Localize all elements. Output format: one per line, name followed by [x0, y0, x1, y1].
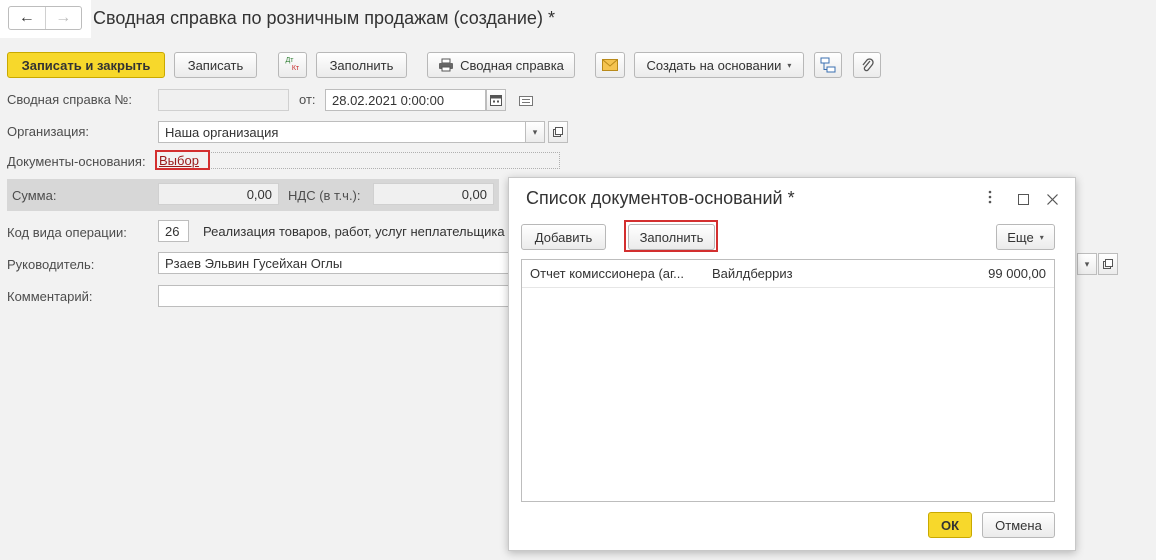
kt-label-icon: Кт [291, 65, 300, 72]
fill-button-highlight [624, 220, 718, 252]
dt-kt-button[interactable]: Дт Кт [278, 52, 307, 78]
documents-table [521, 259, 1055, 502]
summary-report-label: Сводная справка [460, 57, 564, 73]
attach-button[interactable] [853, 52, 881, 78]
base-documents-field [208, 152, 560, 169]
manager-open-button[interactable] [1098, 253, 1118, 275]
chevron-down-icon: ▾ [532, 126, 538, 137]
forward-arrow-icon[interactable]: → [46, 7, 82, 29]
dt-label-icon: Дт [285, 57, 294, 64]
number-label: Сводная справка №: [7, 92, 133, 107]
organization-field[interactable]: Наша организация [158, 121, 526, 143]
description-icon[interactable] [519, 94, 533, 109]
calendar-icon [490, 95, 502, 106]
table-row[interactable]: Отчет комиссионера (аг... Вайлдберриз 99… [522, 260, 1054, 288]
ok-button[interactable]: ОК [928, 512, 972, 538]
back-arrow-icon[interactable]: ← [9, 7, 46, 29]
page-title: Сводная справка по розничным продажам (с… [93, 8, 555, 28]
cancel-button[interactable]: Отмена [982, 512, 1055, 538]
create-based-on-label: Создать на основании [646, 57, 782, 73]
row-counterparty: Вайлдберриз [712, 266, 793, 281]
dialog-title: Список документов-оснований * [526, 188, 795, 208]
printer-icon [439, 58, 454, 72]
sum-field: 0,00 [158, 183, 279, 205]
number-field[interactable] [158, 89, 289, 111]
manager-label: Руководитель: [7, 257, 95, 272]
more-label: Еще [1007, 229, 1034, 245]
more-button[interactable]: Еще ▾ [996, 224, 1055, 250]
comment-field[interactable] [158, 285, 510, 307]
manager-dropdown-button[interactable]: ▾ [1077, 253, 1097, 275]
more-vertical-icon[interactable] [988, 190, 992, 209]
structure-button[interactable] [814, 52, 842, 78]
operation-code-field[interactable]: 26 [158, 220, 189, 242]
add-button[interactable]: Добавить [521, 224, 606, 250]
comment-label: Комментарий: [7, 289, 93, 304]
maximize-icon[interactable] [1018, 193, 1029, 208]
open-icon [553, 127, 563, 137]
open-icon [1103, 259, 1113, 269]
row-document: Отчет комиссионера (аг... [530, 266, 684, 281]
organization-open-button[interactable] [548, 121, 568, 143]
manager-field[interactable]: Рзаев Эльвин Гусейхан Оглы [158, 252, 510, 274]
fill-button[interactable]: Заполнить [316, 52, 407, 78]
close-icon[interactable] [1047, 193, 1058, 208]
email-button[interactable] [595, 52, 625, 78]
create-based-on-button[interactable]: Создать на основании ▾ [634, 52, 804, 78]
select-link[interactable]: Выбор [159, 153, 199, 168]
hierarchy-icon [820, 57, 836, 73]
save-button[interactable]: Записать [174, 52, 257, 78]
row-amount: 99 000,00 [988, 266, 1046, 281]
paperclip-icon [862, 58, 874, 72]
operation-code-description: Реализация товаров, работ, услуг неплате… [203, 224, 505, 239]
chevron-down-icon: ▾ [787, 60, 792, 70]
nav-group: ← → [8, 6, 82, 30]
chevron-down-icon: ▾ [1039, 232, 1044, 242]
base-documents-label: Документы-основания: [7, 154, 146, 169]
date-field[interactable]: 28.02.2021 0:00:00 [325, 89, 486, 111]
vat-label: НДС (в т.ч.): [288, 188, 361, 203]
calendar-button[interactable] [486, 89, 506, 111]
organization-dropdown-button[interactable]: ▾ [525, 121, 545, 143]
chevron-down-icon: ▾ [1084, 258, 1090, 269]
envelope-icon [602, 59, 618, 71]
organization-label: Организация: [7, 124, 90, 139]
vat-field: 0,00 [373, 183, 494, 205]
sum-label: Сумма: [12, 188, 57, 203]
save-and-close-button[interactable]: Записать и закрыть [7, 52, 165, 78]
date-label: от: [299, 92, 316, 107]
operation-code-label: Код вида операции: [7, 225, 127, 240]
summary-report-button[interactable]: Сводная справка [427, 52, 575, 78]
